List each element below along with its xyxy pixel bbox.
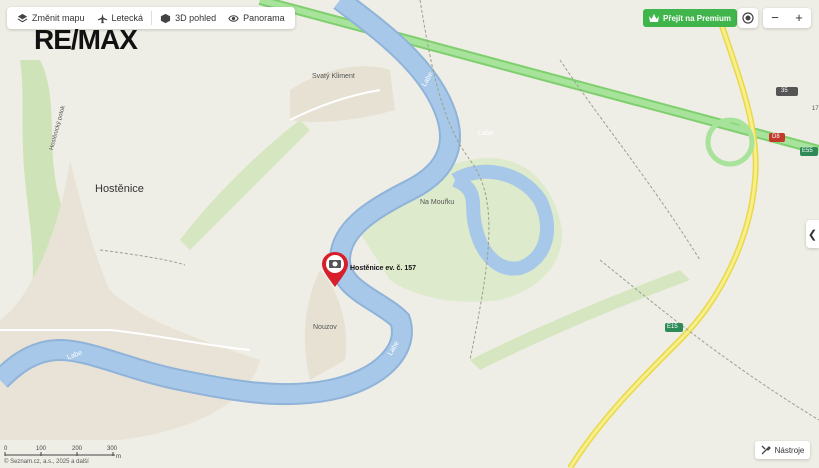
scale-tick: 100: [36, 446, 47, 452]
zoom-in-button[interactable]: +: [787, 8, 811, 28]
locality-label: Na Mouřku: [420, 199, 455, 206]
crown-icon: [649, 14, 659, 22]
tools-button[interactable]: Nástroje: [755, 441, 810, 459]
premium-button[interactable]: Přejít na Premium: [643, 9, 738, 27]
tools-label: Nástroje: [774, 445, 805, 455]
premium-label: Přejít na Premium: [663, 13, 732, 23]
scale-tick: 200: [72, 446, 83, 452]
road-shield: E15: [667, 324, 678, 330]
aerial-label: Letecká: [111, 13, 144, 23]
scale-unit: m: [116, 454, 121, 459]
village-label: Svatý Kliment: [312, 73, 355, 80]
tools-icon: [761, 445, 771, 455]
3d-view-button[interactable]: 3D pohled: [156, 7, 220, 29]
road-shield: 35: [781, 88, 788, 94]
locality-label: Nouzov: [313, 324, 337, 331]
layers-icon: [17, 13, 28, 22]
toolbar-divider: [151, 11, 153, 25]
change-map-label: Změnit mapu: [32, 13, 85, 23]
scale-bar: 0 100 200 300 m: [4, 446, 121, 459]
panorama-button[interactable]: Panorama: [224, 7, 289, 29]
road-shield: 17: [812, 106, 819, 112]
map-canvas[interactable]: [0, 0, 819, 468]
remax-logo: RE/MAX: [34, 24, 138, 55]
scale-tick: 300: [107, 446, 118, 452]
3d-view-label: 3D pohled: [175, 13, 217, 23]
town-label: Hostěnice: [95, 183, 144, 195]
side-panel-toggle[interactable]: ❮: [806, 220, 819, 248]
target-icon: [742, 12, 754, 24]
plane-icon: [97, 13, 107, 23]
river-label: Labe: [478, 130, 494, 137]
zoom-out-button[interactable]: −: [763, 8, 787, 28]
copyright[interactable]: © Seznam.cz, a.s., 2025 a další: [4, 459, 89, 465]
zoom-control: − +: [763, 8, 811, 28]
eye-icon: [228, 14, 239, 22]
cube-icon: [160, 13, 171, 23]
compass-button[interactable]: [738, 8, 758, 28]
location-pin-icon[interactable]: [321, 252, 349, 288]
marker-label[interactable]: Hostěnice ev. č. 157: [350, 265, 416, 272]
scale-tick: 0: [4, 446, 8, 452]
panorama-label: Panorama: [243, 13, 285, 23]
road-shield: E55: [802, 148, 813, 154]
road-shield: D8: [772, 134, 780, 140]
